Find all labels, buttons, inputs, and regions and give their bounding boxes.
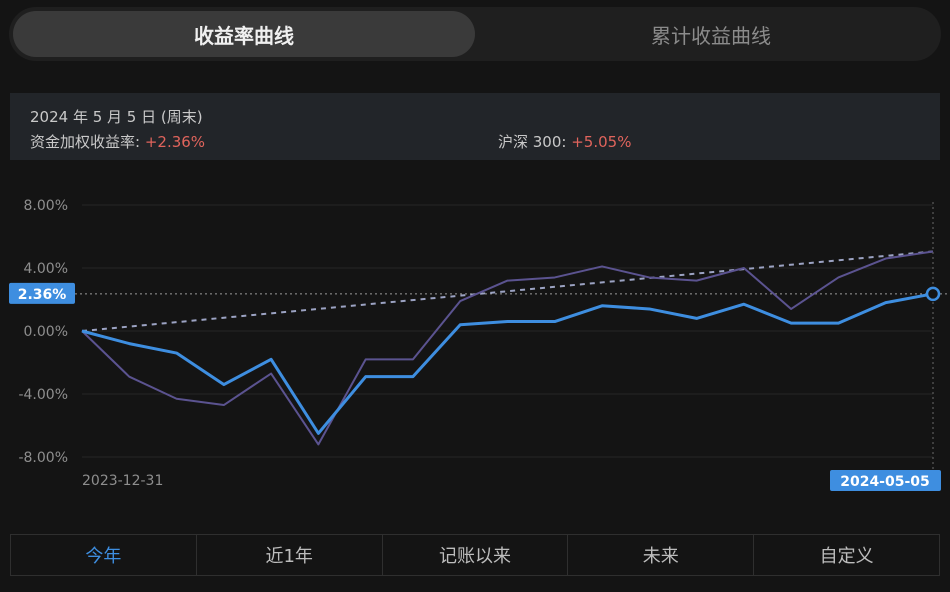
index-return-readout: 沪深 300: +5.05% xyxy=(498,131,631,152)
x-start-label: 2023-12-31 xyxy=(82,473,163,489)
range-custom[interactable]: 自定义 xyxy=(754,535,939,575)
time-range-selector: 今年 近1年 记账以来 未来 自定义 xyxy=(10,534,940,576)
tab-cumulative-return-curve[interactable]: 累计收益曲线 xyxy=(485,11,937,57)
y-tick-label: -4.00% xyxy=(18,387,68,403)
return-chart[interactable]: 8.00% 4.00% 0.00% -4.00% -8.00% 2.36% 2023-1… xyxy=(0,180,950,510)
series-fund xyxy=(81,292,934,435)
current-value-label: 2.36% xyxy=(18,287,67,303)
current-point-marker xyxy=(925,286,941,302)
x-end-badge: 2024-05-05 xyxy=(830,470,941,491)
index-trend-line xyxy=(81,250,934,332)
index-return-label: 沪深 300: xyxy=(498,133,567,151)
series-index xyxy=(81,250,934,446)
current-value-badge: 2.36% xyxy=(9,282,75,304)
tab-return-rate-curve[interactable]: 收益率曲线 xyxy=(13,11,475,57)
index-return-value: +5.05% xyxy=(571,133,632,151)
y-tick-label: 0.00% xyxy=(24,324,68,340)
y-tick-label: 8.00% xyxy=(24,198,68,214)
chart-grid xyxy=(82,204,933,458)
x-end-label: 2024-05-05 xyxy=(840,474,930,490)
tooltip-info-panel: 2024 年 5 月 5 日 (周末) 资金加权收益率: +2.36% 沪深 3… xyxy=(10,93,940,160)
range-this-year[interactable]: 今年 xyxy=(11,535,197,575)
fund-return-label: 资金加权收益率: xyxy=(30,133,141,151)
range-since-start[interactable]: 记账以来 xyxy=(383,535,569,575)
range-past-year[interactable]: 近1年 xyxy=(197,535,383,575)
chart-mode-switch: 收益率曲线 累计收益曲线 xyxy=(9,7,941,61)
fund-return-readout: 资金加权收益率: +2.36% xyxy=(30,131,205,152)
y-axis-ticks: 8.00% 4.00% 0.00% -4.00% -8.00% xyxy=(18,198,68,466)
y-tick-label: -8.00% xyxy=(18,450,68,466)
fund-return-value: +2.36% xyxy=(144,133,206,151)
y-tick-label: 4.00% xyxy=(24,261,68,277)
selected-date: 2024 年 5 月 5 日 (周末) xyxy=(30,108,203,126)
range-future[interactable]: 未来 xyxy=(568,535,755,575)
